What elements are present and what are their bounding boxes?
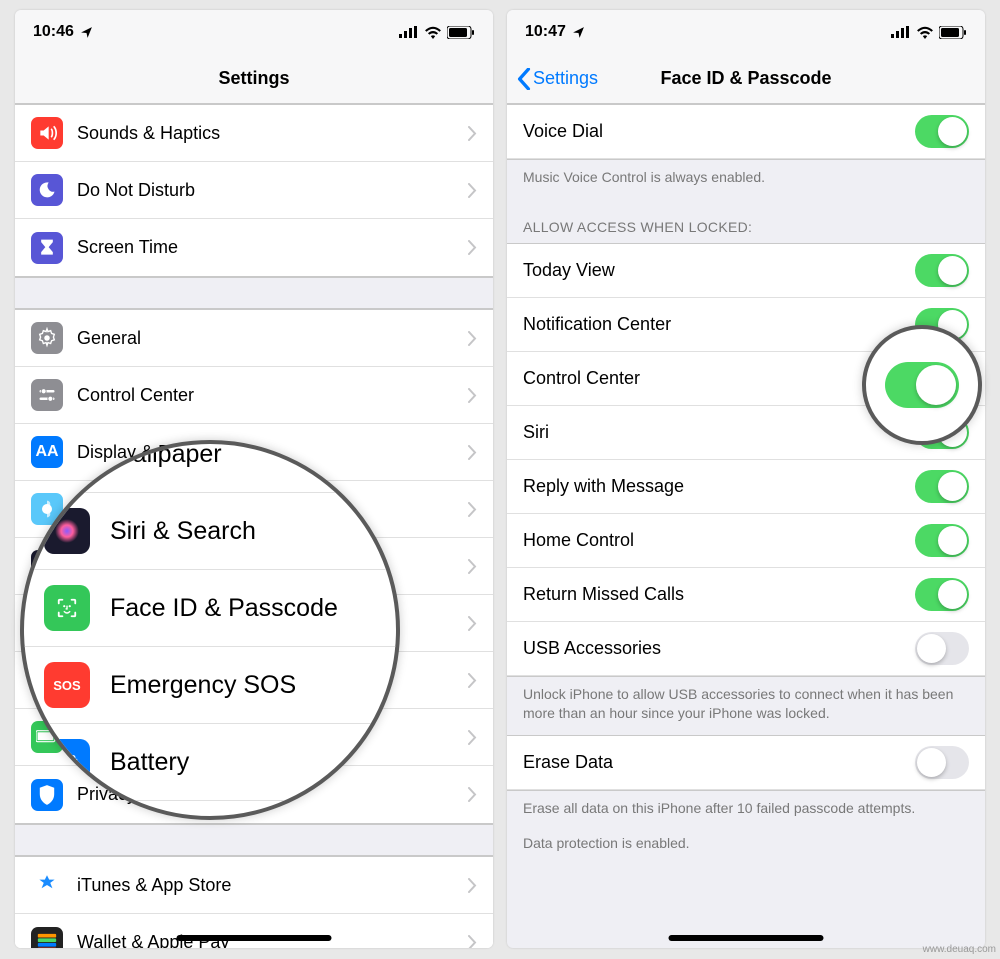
toggle-row-reply-with-message[interactable]: Reply with Message: [507, 460, 985, 514]
status-bar: 10:46: [15, 10, 493, 54]
toggle-switch[interactable]: [915, 632, 969, 665]
toggle-row-home-control[interactable]: Home Control: [507, 514, 985, 568]
toggle-label: Control Center: [523, 368, 640, 389]
wifi-icon: [424, 26, 442, 39]
right-phone-screen: 10:47 Settings Face ID & Passcode Voice …: [507, 10, 985, 948]
control-center-toggle-zoomed[interactable]: [885, 362, 959, 408]
chevron-left-icon: [517, 68, 531, 90]
row-label: Battery: [110, 748, 364, 777]
chevron-right-icon: [468, 388, 477, 403]
toggle-switch[interactable]: [915, 524, 969, 557]
toggle-switch[interactable]: [915, 578, 969, 611]
toggle-label: Return Missed Calls: [523, 584, 684, 605]
home-indicator: [177, 935, 332, 941]
magnifier-control-center-toggle: [862, 325, 982, 445]
data-protection-footer: Data protection is enabled.: [507, 830, 985, 865]
chevron-right-icon: [468, 183, 477, 198]
settings-row-sounds[interactable]: Sounds & Haptics: [15, 105, 493, 162]
row-label: Do Not Disturb: [77, 180, 468, 201]
toggle-switch[interactable]: [915, 254, 969, 287]
row-label: Face ID & Passcode: [110, 594, 364, 623]
chevron-right-icon: [468, 730, 477, 745]
toggle-label: Home Control: [523, 530, 634, 551]
faceid-settings-list[interactable]: Voice Dial Music Voice Control is always…: [507, 104, 985, 948]
toggle-label: Reply with Message: [523, 476, 684, 497]
nav-bar: Settings: [15, 54, 493, 104]
magnifier-left: Wallpapertness Siri & Search Face ID & Pas…: [20, 440, 400, 820]
settings-row-wallet[interactable]: Wallet & Apple Pay: [15, 914, 493, 948]
toggle-label: Erase Data: [523, 752, 613, 773]
nav-bar: Settings Face ID & Passcode: [507, 54, 985, 104]
voice-dial-row[interactable]: Voice Dial: [507, 105, 985, 159]
chevron-right-icon: [468, 445, 477, 460]
usb-footer: Unlock iPhone to allow USB accessories t…: [507, 677, 985, 735]
row-label: iTunes & App Store: [77, 875, 468, 896]
signal-icon: [399, 26, 419, 38]
magnified-row-wallpaper[interactable]: Wallpapertness: [24, 440, 396, 493]
magnified-row-battery[interactable]: Battery: [24, 724, 396, 801]
toggle-label: Voice Dial: [523, 121, 603, 142]
magnified-row-sos[interactable]: SOSEmergency SOS: [24, 647, 396, 724]
settings-row-gear[interactable]: General: [15, 310, 493, 367]
magnified-row-siri[interactable]: Siri & Search: [24, 493, 396, 570]
toggle-label: Notification Center: [523, 314, 671, 335]
row-label: Control Center: [77, 385, 468, 406]
settings-row-controlcenter[interactable]: Control Center: [15, 367, 493, 424]
settings-row-hourglass[interactable]: Screen Time: [15, 219, 493, 276]
erase-footer: Erase all data on this iPhone after 10 f…: [507, 791, 985, 830]
chevron-right-icon: [468, 126, 477, 141]
row-label: General: [77, 328, 468, 349]
chevron-right-icon: [468, 616, 477, 631]
row-label: Screen Time: [77, 237, 468, 258]
row-label: Siri & Search: [110, 517, 364, 546]
battery-icon: [939, 26, 967, 39]
toggle-row-usb-accessories[interactable]: USB Accessories: [507, 622, 985, 676]
watermark: www.deuaq.com: [923, 944, 996, 955]
nav-title: Settings: [15, 68, 493, 89]
settings-row-appstore[interactable]: iTunes & App Store: [15, 857, 493, 914]
wifi-icon: [916, 26, 934, 39]
location-arrow-icon: [572, 26, 585, 39]
voice-dial-toggle[interactable]: [915, 115, 969, 148]
chevron-right-icon: [468, 331, 477, 346]
chevron-right-icon: [468, 673, 477, 688]
toggle-label: Today View: [523, 260, 615, 281]
chevron-right-icon: [468, 878, 477, 893]
row-label: Sounds & Haptics: [77, 123, 468, 144]
toggle-row-today-view[interactable]: Today View: [507, 244, 985, 298]
toggle-label: USB Accessories: [523, 638, 661, 659]
magnified-row-faceid[interactable]: Face ID & Passcode: [24, 570, 396, 647]
chevron-right-icon: [468, 935, 477, 948]
toggle-row-return-missed-calls[interactable]: Return Missed Calls: [507, 568, 985, 622]
chevron-right-icon: [468, 240, 477, 255]
voice-dial-footer: Music Voice Control is always enabled.: [507, 160, 985, 199]
settings-row-moon[interactable]: Do Not Disturb: [15, 162, 493, 219]
battery-icon: [447, 26, 475, 39]
status-time: 10:46: [33, 23, 74, 41]
toggle-switch[interactable]: [915, 470, 969, 503]
toggle-label: Siri: [523, 422, 549, 443]
erase-data-row[interactable]: Erase Data: [507, 736, 985, 790]
allow-access-header: ALLOW ACCESS WHEN LOCKED:: [507, 199, 985, 243]
chevron-right-icon: [468, 502, 477, 517]
status-time: 10:47: [525, 23, 566, 41]
back-button[interactable]: Settings: [517, 68, 598, 90]
chevron-right-icon: [468, 559, 477, 574]
status-bar: 10:47: [507, 10, 985, 54]
erase-data-toggle[interactable]: [915, 746, 969, 779]
location-arrow-icon: [80, 26, 93, 39]
chevron-right-icon: [468, 787, 477, 802]
home-indicator: [669, 935, 824, 941]
row-label: Emergency SOS: [110, 671, 364, 700]
signal-icon: [891, 26, 911, 38]
